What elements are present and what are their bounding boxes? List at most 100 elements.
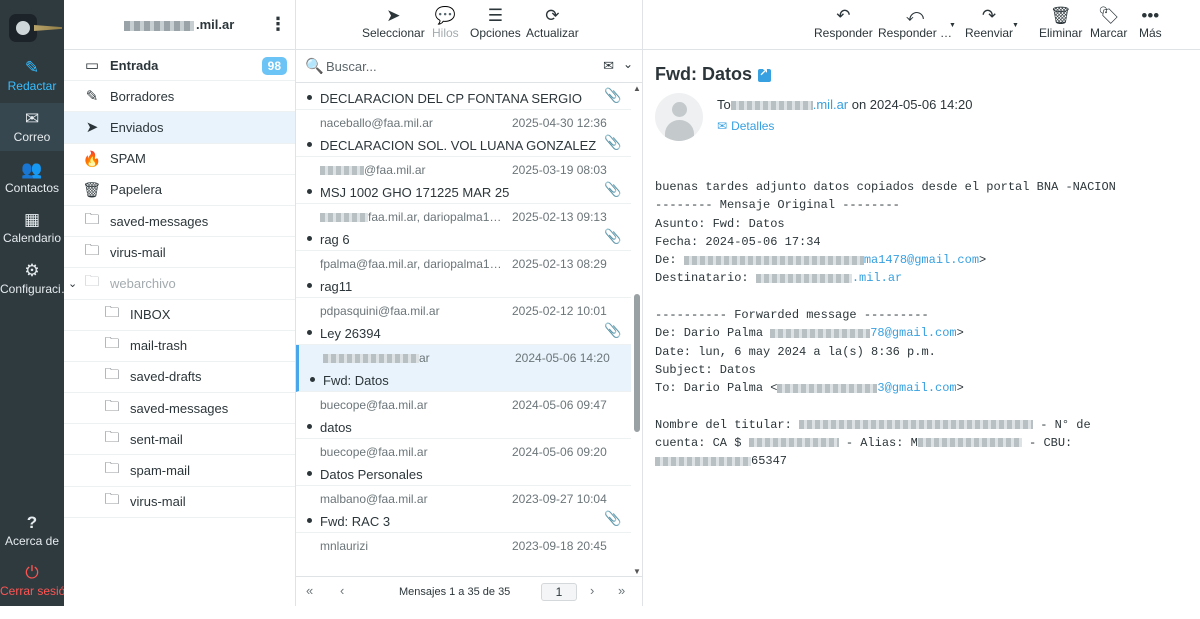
message-sender: @faa.mil.ar <box>320 163 426 177</box>
message-row[interactable]: fpalma@faa.mil.ar, dariopalma1478… 2025-0… <box>296 251 631 298</box>
compose-button[interactable]: ✎ Redactar <box>0 58 64 98</box>
next-page-icon[interactable]: › <box>590 583 594 598</box>
folder-icon: 🗀 <box>104 366 120 384</box>
message-row[interactable]: buecope@faa.mil.ar 2024-05-06 09:47 datos <box>296 392 631 439</box>
folder-item[interactable]: ➤ Enviados <box>64 112 295 144</box>
more-button[interactable]: ••• Más <box>1139 6 1162 40</box>
search-bar: 🔍 ✉ ⌄ <box>296 50 642 83</box>
message-subject: rag 6 <box>320 232 350 247</box>
unread-dot-icon <box>307 95 312 100</box>
unread-dot-icon <box>307 142 312 147</box>
search-input[interactable] <box>326 56 566 76</box>
refresh-icon: ⟳ <box>545 6 560 25</box>
redacted-text <box>917 438 1022 448</box>
unread-dot-icon <box>307 471 312 476</box>
folder-item[interactable]: ✎ Borradores <box>64 81 295 113</box>
message-date: 2025-03-19 08:03 <box>512 163 607 177</box>
recipient-address[interactable]: .mil.ar <box>813 97 848 112</box>
logout-button[interactable]: ⏻ Cerrar sesión <box>0 563 72 603</box>
reply-all-dropdown-icon[interactable]: ▼ <box>949 22 956 29</box>
message-row[interactable]: malbano@faa.mil.ar 2023-09-27 10:04 Fwd: R… <box>296 486 631 533</box>
message-subject: Fwd: Datos <box>323 373 389 388</box>
message-row[interactable]: ar 2024-05-06 14:20 Fwd: Datos <box>296 345 631 392</box>
message-sender: pdpasquini@faa.mil.ar <box>320 304 440 318</box>
redacted-text <box>655 456 751 466</box>
compose-label: Redactar <box>7 79 57 93</box>
mail-button[interactable]: ✉ Correo <box>0 103 64 151</box>
forward-button[interactable]: ↷ Reenviar <box>965 6 1013 40</box>
folder-item[interactable]: 🗀 sent-mail <box>64 424 295 456</box>
inbox-icon: ▭ <box>84 57 100 75</box>
first-page-icon[interactable]: « <box>306 583 313 598</box>
folder-item[interactable]: 🗀 mail-trash <box>64 331 295 362</box>
folder-item[interactable]: 🗀 saved-drafts <box>64 362 295 394</box>
reply-all-button[interactable]: ⤺ Responder … <box>878 6 952 40</box>
email-link[interactable]: .mil.ar <box>852 271 902 285</box>
folder-item[interactable]: 🗀 spam-mail <box>64 455 295 487</box>
folder-item[interactable]: 🗀 saved-messages <box>64 206 295 238</box>
mark-button[interactable]: 🏷 Marcar <box>1090 6 1127 40</box>
delete-button[interactable]: 🗑 Eliminar <box>1039 6 1082 40</box>
page-input[interactable]: 1 <box>541 583 577 601</box>
folder-item[interactable]: 🗀 virus-mail <box>64 237 295 269</box>
message-count: Mensajes 1 a 35 de 35 <box>399 586 511 598</box>
contacts-label: Contactos <box>4 181 60 195</box>
reply-button[interactable]: ↶ Responder <box>814 6 873 40</box>
message-row[interactable]: mnlaurizi 2023-09-18 20:45 <box>296 533 631 576</box>
folder-item[interactable]: 🗀 virus-mail <box>64 487 295 518</box>
message-row[interactable]: @faa.mil.ar 2025-03-19 08:03 MSJ 1002 GHO … <box>296 157 631 204</box>
folder-label: virus-mail <box>110 244 166 260</box>
scroll-up-icon[interactable]: ▲ <box>633 84 641 93</box>
threads-button[interactable]: 💬 Hilos <box>432 6 459 40</box>
details-link[interactable]: ✉ Detalles <box>717 119 774 133</box>
message-row[interactable]: fcbmaza@faa.mil.ar2025-04-30 12:47DECLAR… <box>296 84 631 110</box>
folder-item[interactable]: ⌄ 🗀 webarchivo <box>64 268 295 300</box>
message-subject: DECLARACION DEL CP FONTANA SERGIO <box>320 91 582 106</box>
contacts-button[interactable]: 👥 Contactos <box>0 160 64 200</box>
pencil-icon: ✎ <box>85 88 99 106</box>
folder-item[interactable]: 🗀 saved-messages <box>64 393 295 425</box>
folder-label: INBOX <box>130 307 171 323</box>
folder-item[interactable]: ▭ Entrada 98 <box>64 50 295 82</box>
last-page-icon[interactable]: » <box>618 583 625 598</box>
message-sender: ar <box>323 351 430 365</box>
options-button[interactable]: ☰ Opciones <box>470 6 521 40</box>
message-row[interactable]: naceballo@faa.mil.ar 2025-04-30 12:36 DECL… <box>296 110 631 157</box>
select-button[interactable]: ➤ Seleccionar <box>362 6 425 40</box>
message-date: 2024-05-06 09:47 <box>512 398 607 412</box>
message-list-scrollbar[interactable]: ▲ ▼ <box>631 84 643 576</box>
unread-dot-icon <box>307 518 312 523</box>
prev-page-icon[interactable]: ‹ <box>340 583 344 598</box>
folder-icon: 🗀 <box>104 335 120 353</box>
refresh-button[interactable]: ⟳ Actualizar <box>526 6 579 40</box>
chevron-down-icon[interactable]: ⌄ <box>68 277 77 290</box>
about-button[interactable]: ? Acerca de <box>0 513 64 553</box>
message-subject: Fwd: RAC 3 <box>320 514 391 529</box>
scroll-down-icon[interactable]: ▼ <box>633 567 641 576</box>
message-row[interactable]: faa.mil.ar, dariopalma1478… 2025-02-13 09… <box>296 204 631 251</box>
forward-dropdown-icon[interactable]: ▼ <box>1012 22 1019 29</box>
email-link[interactable]: 3@gmail.com <box>877 381 956 395</box>
compose-icon: ✎ <box>24 58 40 77</box>
scroll-thumb[interactable] <box>634 294 640 432</box>
message-row[interactable]: buecope@faa.mil.ar 2024-05-06 09:20 Datos … <box>296 439 631 486</box>
redacted-text <box>755 273 852 283</box>
contacts-icon: 👥 <box>21 160 43 179</box>
envelope-icon[interactable]: ✉ <box>603 58 614 74</box>
open-in-new-window-icon[interactable] <box>758 66 771 82</box>
chat-bubbles-icon: 💬 <box>434 6 456 25</box>
mail-label: Correo <box>13 130 51 144</box>
folder-panel: .mil.ar ⋮ ▭ Entrada 98 ✎ Borradores ➤ Enviados… <box>64 0 296 606</box>
chevron-down-icon[interactable]: ⌄ <box>623 57 633 71</box>
message-row[interactable]: pdpasquini@faa.mil.ar 2025-02-12 10:01 Ley… <box>296 298 631 345</box>
kebab-menu-icon[interactable]: ⋮ <box>269 15 287 33</box>
folder-header: .mil.ar ⋮ <box>64 0 295 50</box>
email-link[interactable]: ma1478@gmail.com <box>864 253 979 267</box>
folder-item[interactable]: 🗑 Papelera <box>64 175 295 206</box>
folder-item[interactable]: 🗀 INBOX <box>64 300 295 331</box>
settings-button[interactable]: ⚙ Configuraci… <box>0 261 73 301</box>
calendar-button[interactable]: ▦ Calendario <box>0 210 64 250</box>
message-date: 2025-02-13 09:13 <box>512 210 607 224</box>
email-link[interactable]: 78@gmail.com <box>870 326 956 340</box>
folder-item[interactable]: 🔥 SPAM <box>64 144 295 175</box>
